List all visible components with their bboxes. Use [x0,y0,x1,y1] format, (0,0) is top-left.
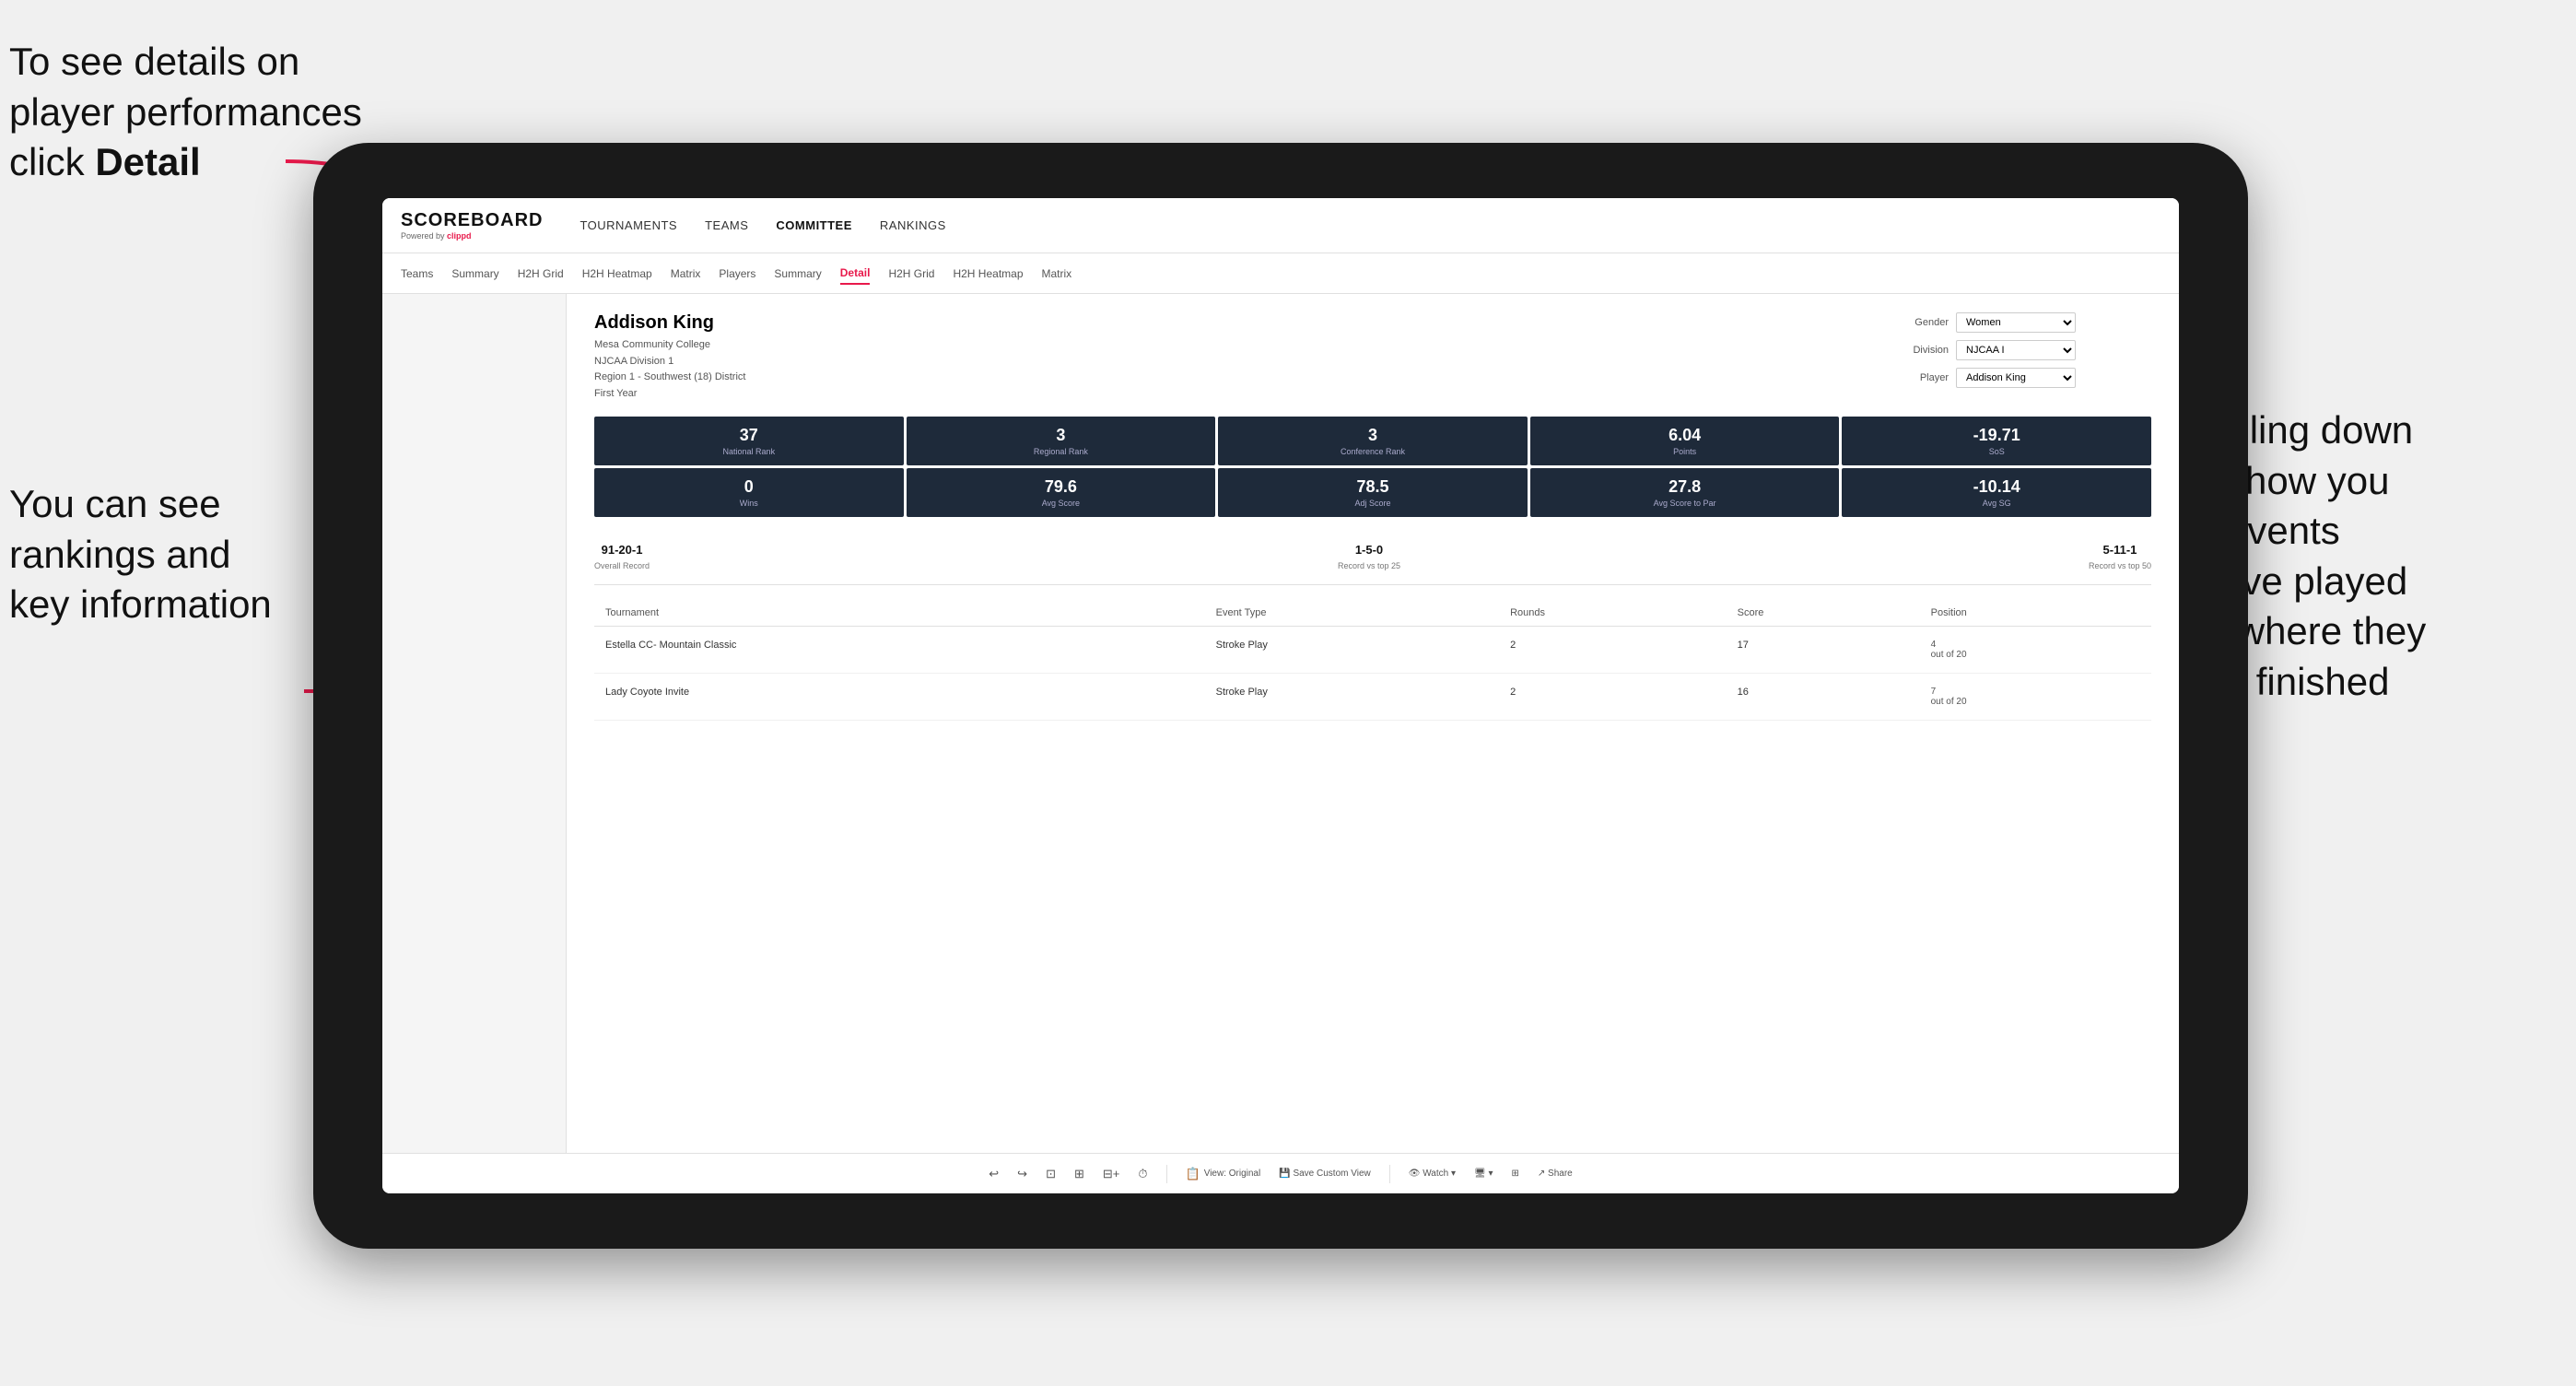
cell-position-1: 7 out of 20 [1920,674,2151,721]
cell-score-1: 16 [1727,674,1920,721]
sub-nav: Teams Summary H2H Grid H2H Heatmap Matri… [382,253,2179,294]
division-label: Division [1893,345,1949,356]
tab-h2h-heatmap[interactable]: H2H Heatmap [582,264,652,284]
cell-tournament-0: Estella CC- Mountain Classic [594,627,1205,674]
tab-matrix[interactable]: Matrix [671,264,701,284]
record-item-1: 1-5-0Record vs top 25 [1338,543,1400,573]
cell-rounds-1: 2 [1499,674,1727,721]
col-header-2: Rounds [1499,600,1727,627]
player-year: First Year [594,386,745,403]
cell-tournament-1: Lady Coyote Invite [594,674,1205,721]
toolbar-share[interactable]: ↗ Share [1538,1169,1573,1179]
toolbar-icon1[interactable]: ⊡ [1046,1167,1056,1181]
toolbar-watch[interactable]: 👁 Watch ▾ [1409,1169,1456,1179]
gender-select[interactable]: Women [1956,312,2076,333]
col-header-4: Position [1920,600,2151,627]
tablet: SCOREBOARD Powered by clippd TOURNAMENTS… [313,143,2248,1249]
tournament-table: TournamentEvent TypeRoundsScorePosition … [594,600,2151,721]
cell-rounds-0: 2 [1499,627,1727,674]
player-select[interactable]: Addison King [1956,368,2076,388]
nav-items: TOURNAMENTS TEAMS COMMITTEE RANKINGS [580,215,945,236]
col-header-3: Score [1727,600,1920,627]
player-name: Addison King [594,312,745,334]
tab-summary[interactable]: Summary [451,264,498,284]
player-division: NJCAA Division 1 [594,354,745,370]
nav-tournaments[interactable]: TOURNAMENTS [580,215,677,236]
nav-rankings[interactable]: RANKINGS [880,215,946,236]
stats-row1: 37National Rank3Regional Rank3Conference… [594,417,2151,465]
tab-h2h-heatmap2[interactable]: H2H Heatmap [953,264,1023,284]
stat-cell-row2-3: 27.8Avg Score to Par [1530,468,1840,517]
player-region: Region 1 - Southwest (18) District [594,370,745,386]
logo-sub: Powered by clippd [401,231,543,241]
player-info: Addison King Mesa Community College NJCA… [594,312,745,402]
table-header: TournamentEvent TypeRoundsScorePosition [594,600,2151,627]
main-content: Addison King Mesa Community College NJCA… [382,294,2179,1153]
toolbar-divider2 [1389,1165,1390,1183]
gender-control: Gender Women [1893,312,2151,333]
col-header-0: Tournament [594,600,1205,627]
tab-summary2[interactable]: Summary [774,264,821,284]
logo-area: SCOREBOARD Powered by clippd [401,210,543,241]
stat-cell-row1-4: -19.71SoS [1842,417,2151,465]
record-item-0: 91-20-1Overall Record [594,543,650,573]
annotation-bottom-left: You can see rankings and key information [9,479,359,630]
toolbar-zoom[interactable]: ⊟+ [1103,1167,1119,1181]
col-header-1: Event Type [1205,600,1499,627]
nav-teams[interactable]: TEAMS [705,215,748,236]
left-panel [382,294,567,1153]
tab-h2h-grid[interactable]: H2H Grid [518,264,564,284]
player-school: Mesa Community College [594,337,745,354]
stat-cell-row1-1: 3Regional Rank [907,417,1216,465]
player-control: Player Addison King [1893,368,2151,388]
toolbar-icon2[interactable]: ⊞ [1074,1167,1084,1181]
logo-title: SCOREBOARD [401,210,543,231]
stat-cell-row2-2: 78.5Adj Score [1218,468,1528,517]
toolbar-screen[interactable]: 🖥 ▾ [1474,1169,1493,1179]
stats-row2: 0Wins79.6Avg Score78.5Adj Score27.8Avg S… [594,468,2151,517]
player-label: Player [1893,372,1949,383]
cell-position-0: 4 out of 20 [1920,627,2151,674]
bottom-toolbar: ↩ ↪ ⊡ ⊞ ⊟+ ⏱ 📋 View: Original 💾 Save Cus… [382,1153,2179,1193]
tablet-screen: SCOREBOARD Powered by clippd TOURNAMENTS… [382,198,2179,1193]
nav-committee[interactable]: COMMITTEE [776,215,852,236]
toolbar-undo[interactable]: ↩ [989,1167,999,1181]
stat-cell-row2-0: 0Wins [594,468,904,517]
toolbar-divider1 [1166,1165,1167,1183]
tab-teams[interactable]: Teams [401,264,433,284]
tab-matrix2[interactable]: Matrix [1042,264,1072,284]
table-body: Estella CC- Mountain ClassicStroke Play2… [594,627,2151,721]
cell-event_type-0: Stroke Play [1205,627,1499,674]
stat-cell-row2-4: -10.14Avg SG [1842,468,2151,517]
tab-h2h-grid2[interactable]: H2H Grid [888,264,934,284]
record-item-2: 5-11-1Record vs top 50 [2089,543,2151,573]
toolbar-view-original[interactable]: 📋 View: Original [1186,1167,1261,1181]
toolbar-save-custom[interactable]: 💾 Save Custom View [1279,1169,1371,1179]
cell-event_type-1: Stroke Play [1205,674,1499,721]
tab-detail[interactable]: Detail [840,263,871,285]
table-row-0: Estella CC- Mountain ClassicStroke Play2… [594,627,2151,674]
toolbar-clock[interactable]: ⏱ [1138,1167,1147,1181]
division-select[interactable]: NJCAA I [1956,340,2076,360]
tab-players[interactable]: Players [719,264,755,284]
content-area: Addison King Mesa Community College NJCA… [567,294,2179,1153]
stat-cell-row1-0: 37National Rank [594,417,904,465]
records-row: 91-20-1Overall Record 1-5-0Record vs top … [594,532,2151,585]
stat-cell-row1-3: 6.04Points [1530,417,1840,465]
gender-label: Gender [1893,317,1949,328]
table-row-1: Lady Coyote InviteStroke Play2167 out of… [594,674,2151,721]
toolbar-grid[interactable]: ⊞ [1512,1169,1519,1179]
player-header: Addison King Mesa Community College NJCA… [594,312,2151,402]
stat-cell-row1-2: 3Conference Rank [1218,417,1528,465]
cell-score-0: 17 [1727,627,1920,674]
player-controls: Gender Women Division NJCAA I [1893,312,2151,388]
stat-cell-row2-1: 79.6Avg Score [907,468,1216,517]
toolbar-redo[interactable]: ↪ [1017,1167,1027,1181]
top-nav: SCOREBOARD Powered by clippd TOURNAMENTS… [382,198,2179,253]
division-control: Division NJCAA I [1893,340,2151,360]
